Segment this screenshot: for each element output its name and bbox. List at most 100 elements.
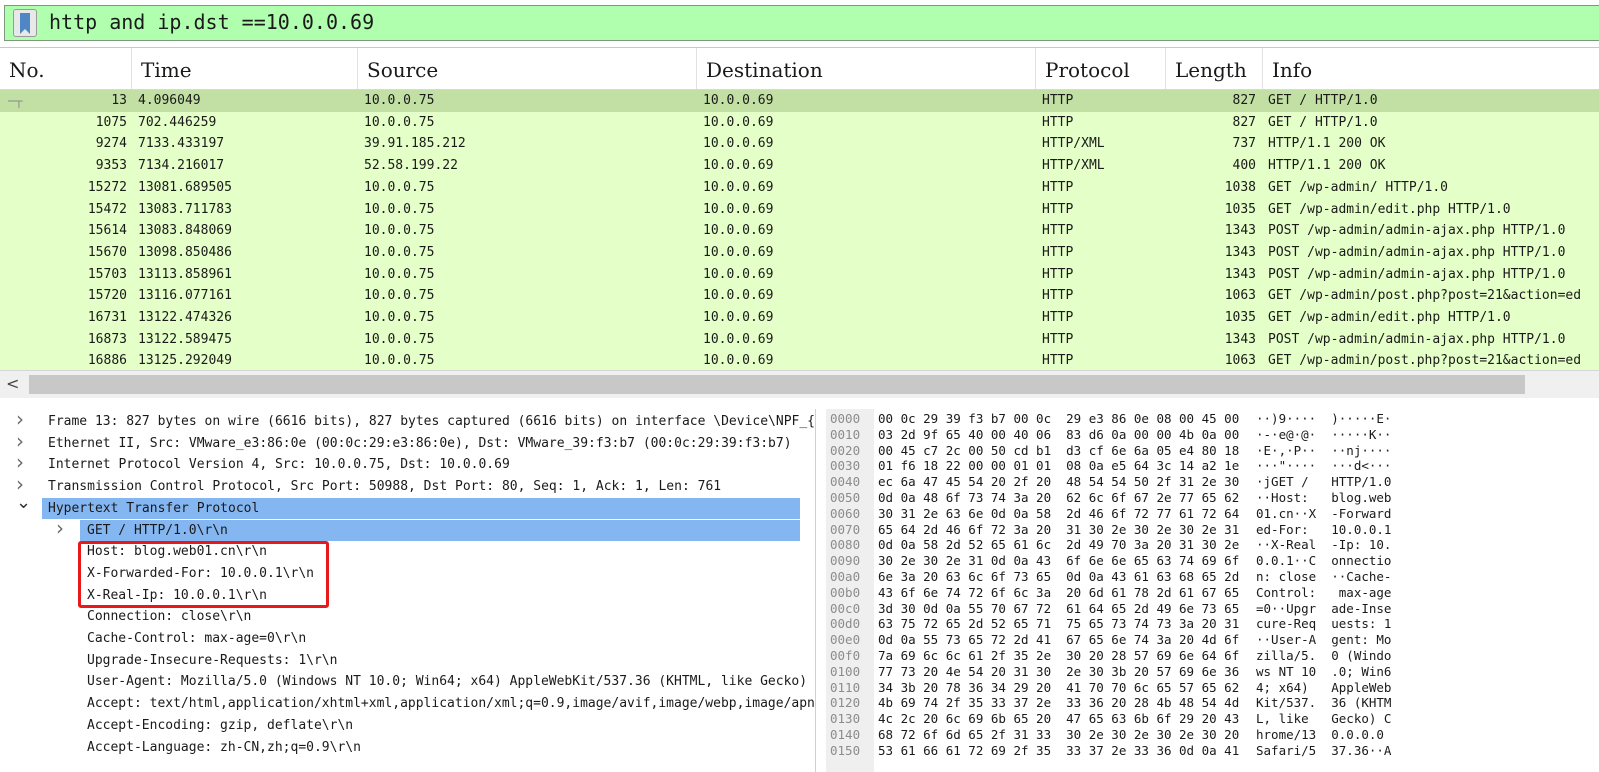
hex-row[interactable]: 0070 65 64 2d 46 6f 72 3a 20 31 30 2e 30 … <box>826 522 1599 538</box>
column-header-destination[interactable]: Destination <box>697 48 1036 89</box>
packet-time: 13125.292049 <box>138 353 232 369</box>
column-header-source[interactable]: Source <box>358 48 697 89</box>
hex-row[interactable]: 00a0 6e 3a 20 63 6c 6f 73 65 0d 0a 43 61 … <box>826 569 1599 585</box>
detail-row[interactable]: ⌄ Hypertext Transfer Protocol <box>16 492 800 520</box>
hex-row[interactable]: 0060 30 31 2e 63 6e 0d 0a 58 2d 46 6f 72 … <box>826 506 1599 522</box>
packet-protocol: HTTP <box>1042 223 1074 239</box>
chevron-right-icon[interactable]: › <box>16 409 24 431</box>
column-header-info[interactable]: Info <box>1263 48 1599 89</box>
detail-row[interactable]: Cache-Control: max-age=0\r\n <box>0 628 815 650</box>
packet-length: 400 <box>1232 158 1256 174</box>
packet-row[interactable]: ─┬ 13 4.096049 10.0.0.75 10.0.0.69 HTTP 827 GET… <box>0 90 1599 112</box>
detail-row[interactable]: User-Agent: Mozilla/5.0 (Windows NT 10.0… <box>0 671 815 693</box>
packet-source: 10.0.0.75 <box>364 179 435 195</box>
hex-ascii: 01.cn··X -Forward <box>1256 505 1392 521</box>
scrollbar-thumb[interactable] <box>29 375 1525 394</box>
packet-list-hscrollbar[interactable]: < <box>0 370 1599 398</box>
packet-row[interactable]: 16731 13122.474326 10.0.0.75 10.0.0.69 HTTP 1… <box>0 307 1599 329</box>
detail-row[interactable]: Upgrade-Insecure-Requests: 1\r\n <box>0 650 815 672</box>
hex-row[interactable]: 0040 ec 6a 47 45 54 20 2f 20 48 54 54 50 … <box>826 474 1599 490</box>
column-header-length[interactable]: Length <box>1166 48 1263 89</box>
hex-row[interactable]: 00f0 7a 69 6c 6c 61 2f 35 2e 30 20 28 57 … <box>826 648 1599 664</box>
hex-offset: 00a0 <box>830 569 861 584</box>
packet-length: 1343 <box>1224 244 1256 260</box>
hex-row[interactable]: 0010 03 2d 9f 65 40 00 40 06 83 d6 0a 00 … <box>826 427 1599 443</box>
hex-row[interactable]: 0100 77 73 20 4e 54 20 31 30 2e 30 3b 20 … <box>826 664 1599 680</box>
packet-destination: 10.0.0.69 <box>703 353 774 369</box>
hex-row[interactable]: 0050 0d 0a 48 6f 73 74 3a 20 62 6c 6f 67 … <box>826 490 1599 506</box>
hex-row[interactable]: 00c0 3d 30 0d 0a 55 70 67 72 61 64 65 2d … <box>826 601 1599 617</box>
packet-row[interactable]: 9274 7133.433197 39.91.185.212 10.0.0.69 HTT… <box>0 133 1599 155</box>
detail-row[interactable]: › Ethernet II, Src: VMware_e3:86:0e (00:0… <box>0 430 815 455</box>
detail-row[interactable]: › Internet Protocol Version 4, Src: 10.0.… <box>0 452 815 476</box>
packet-info: GET /wp-admin/post.php?post=21&action=ed <box>1268 288 1582 304</box>
column-header-no[interactable]: No. <box>0 48 132 89</box>
packet-row[interactable]: 15472 13083.711783 10.0.0.75 10.0.0.69 HTTP 1… <box>0 199 1599 221</box>
filter-bookmark-button[interactable] <box>13 9 37 37</box>
packet-bytes-pane: 0000 00 0c 29 39 f3 b7 00 0c 29 e3 86 0e … <box>826 409 1599 772</box>
hex-offset: 0060 <box>830 505 861 521</box>
chevron-right-icon[interactable]: › <box>16 452 24 474</box>
column-header-protocol[interactable]: Protocol <box>1036 48 1166 89</box>
hex-row[interactable]: 0090 30 2e 30 2e 31 0d 0a 43 6f 6e 6e 65 … <box>826 553 1599 569</box>
hex-bytes: 3d 30 0d 0a 55 70 67 72 61 64 65 2d 49 6… <box>878 600 1240 616</box>
packet-row[interactable]: 15272 13081.689505 10.0.0.75 10.0.0.69 HTTP 1… <box>0 177 1599 199</box>
packet-source: 10.0.0.75 <box>364 244 435 260</box>
packet-row[interactable]: 16873 13122.589475 10.0.0.75 10.0.0.69 HTTP 1… <box>0 329 1599 351</box>
hex-row[interactable]: 0120 4b 69 74 2f 35 33 37 2e 33 36 20 28 … <box>826 695 1599 711</box>
hex-ascii: Safari/5 37.36··A <box>1256 742 1392 758</box>
detail-row-text: User-Agent: Mozilla/5.0 (Windows NT 10.0… <box>87 674 816 690</box>
hex-ascii: ·E·,·P·· ··nj···· <box>1256 442 1392 458</box>
chevron-right-icon[interactable]: › <box>56 517 64 540</box>
packet-row[interactable]: 16886 13125.292049 10.0.0.75 10.0.0.69 HTTP 1… <box>0 350 1599 372</box>
hex-row[interactable]: 0130 4c 2c 20 6c 69 6b 65 20 47 65 63 6b … <box>826 711 1599 727</box>
detail-row[interactable]: Accept: text/html,application/xhtml+xml,… <box>0 693 815 715</box>
hex-ascii: Kit/537. 36 (KHTM <box>1256 695 1392 711</box>
packet-row[interactable]: 15703 13113.858961 10.0.0.75 10.0.0.69 HTTP 1… <box>0 264 1599 286</box>
packet-time: 13113.858961 <box>138 266 232 282</box>
packet-source: 10.0.0.75 <box>364 223 435 239</box>
hex-row[interactable]: 0080 0d 0a 58 2d 52 65 61 6c 2d 49 70 3a … <box>826 537 1599 553</box>
display-filter-text[interactable]: http and ip.dst ==10.0.0.69 <box>49 10 374 34</box>
display-filter-input[interactable]: http and ip.dst ==10.0.0.69 <box>4 5 1599 41</box>
packet-row[interactable]: 9353 7134.216017 52.58.199.22 10.0.0.69 HTTP… <box>0 155 1599 177</box>
hex-bytes: 0d 0a 55 73 65 72 2d 41 67 65 6e 74 3a 2… <box>878 632 1240 648</box>
packet-no: 15614 <box>87 223 127 239</box>
packet-no: 16731 <box>87 310 127 325</box>
hex-row[interactable]: 00e0 0d 0a 55 73 65 72 2d 41 67 65 6e 74 … <box>826 632 1599 648</box>
hex-offset: 0110 <box>830 679 861 695</box>
hex-row[interactable]: 0110 34 3b 20 78 36 34 29 20 41 70 70 6c … <box>826 680 1599 696</box>
column-header-time[interactable]: Time <box>132 48 358 89</box>
detail-row[interactable]: Accept-Language: zh-CN,zh;q=0.9\r\n <box>0 737 815 759</box>
packet-length: 1343 <box>1224 331 1256 347</box>
detail-row[interactable]: › Frame 13: 827 bytes on wire (6616 bits)… <box>0 409 815 433</box>
detail-row[interactable]: Connection: close\r\n <box>0 606 815 628</box>
hex-bytes: 03 2d 9f 65 40 00 40 06 83 d6 0a 00 00 4… <box>878 426 1240 442</box>
hex-row[interactable]: 0030 01 f6 18 22 00 00 01 01 08 0a e5 64 … <box>826 458 1599 474</box>
packet-row[interactable]: 15670 13098.850486 10.0.0.75 10.0.0.69 HTTP 1… <box>0 242 1599 264</box>
packet-row[interactable]: 1075 702.446259 10.0.0.75 10.0.0.69 HTTP 827 G… <box>0 112 1599 134</box>
packet-destination: 10.0.0.69 <box>703 331 774 347</box>
hex-row[interactable]: 00d0 63 75 72 65 2d 52 65 71 75 65 73 74 … <box>826 616 1599 632</box>
detail-row-text: Transmission Control Protocol, Src Port:… <box>48 479 722 495</box>
detail-row[interactable]: › Transmission Control Protocol, Src Port… <box>0 473 815 498</box>
hex-bytes: 7a 69 6c 6c 61 2f 35 2e 30 20 28 57 69 6… <box>878 648 1240 663</box>
chevron-right-icon[interactable]: › <box>16 430 24 453</box>
packet-no: 15472 <box>87 201 127 217</box>
hex-row[interactable]: 0150 53 61 66 61 72 69 2f 35 33 37 2e 33 … <box>826 743 1599 759</box>
hex-row[interactable]: 0140 68 72 6f 6d 65 2f 31 33 30 2e 30 2e … <box>826 727 1599 743</box>
hex-bytes: 53 61 66 61 72 69 2f 35 33 37 2e 33 36 0… <box>878 742 1240 758</box>
packet-row[interactable]: 15720 13116.077161 10.0.0.75 10.0.0.69 HTTP 1… <box>0 285 1599 307</box>
detail-row[interactable]: Accept-Encoding: gzip, deflate\r\n <box>0 715 815 737</box>
hex-bytes: 00 45 c7 2c 00 50 cd b1 d3 cf 6e 6a 05 e… <box>878 442 1240 458</box>
packet-source: 10.0.0.75 <box>364 201 435 217</box>
hex-row[interactable]: 0000 00 0c 29 39 f3 b7 00 0c 29 e3 86 0e … <box>826 411 1599 427</box>
packet-row[interactable]: 15614 13083.848069 10.0.0.75 10.0.0.69 HTTP 1… <box>0 220 1599 242</box>
hex-ascii: 0.0.1··C onnectio <box>1256 553 1392 569</box>
hex-row[interactable]: 00b0 43 6f 6e 74 72 6f 6c 3a 20 6d 61 78 … <box>826 585 1599 601</box>
packet-source: 39.91.185.212 <box>364 136 466 152</box>
scroll-left-icon[interactable]: < <box>6 374 19 393</box>
hex-row[interactable]: 0020 00 45 c7 2c 00 50 cd b1 d3 cf 6e 6a … <box>826 443 1599 459</box>
chevron-down-icon[interactable]: ⌄ <box>16 492 31 514</box>
detail-row[interactable]: › GET / HTTP/1.0\r\n <box>56 517 800 542</box>
